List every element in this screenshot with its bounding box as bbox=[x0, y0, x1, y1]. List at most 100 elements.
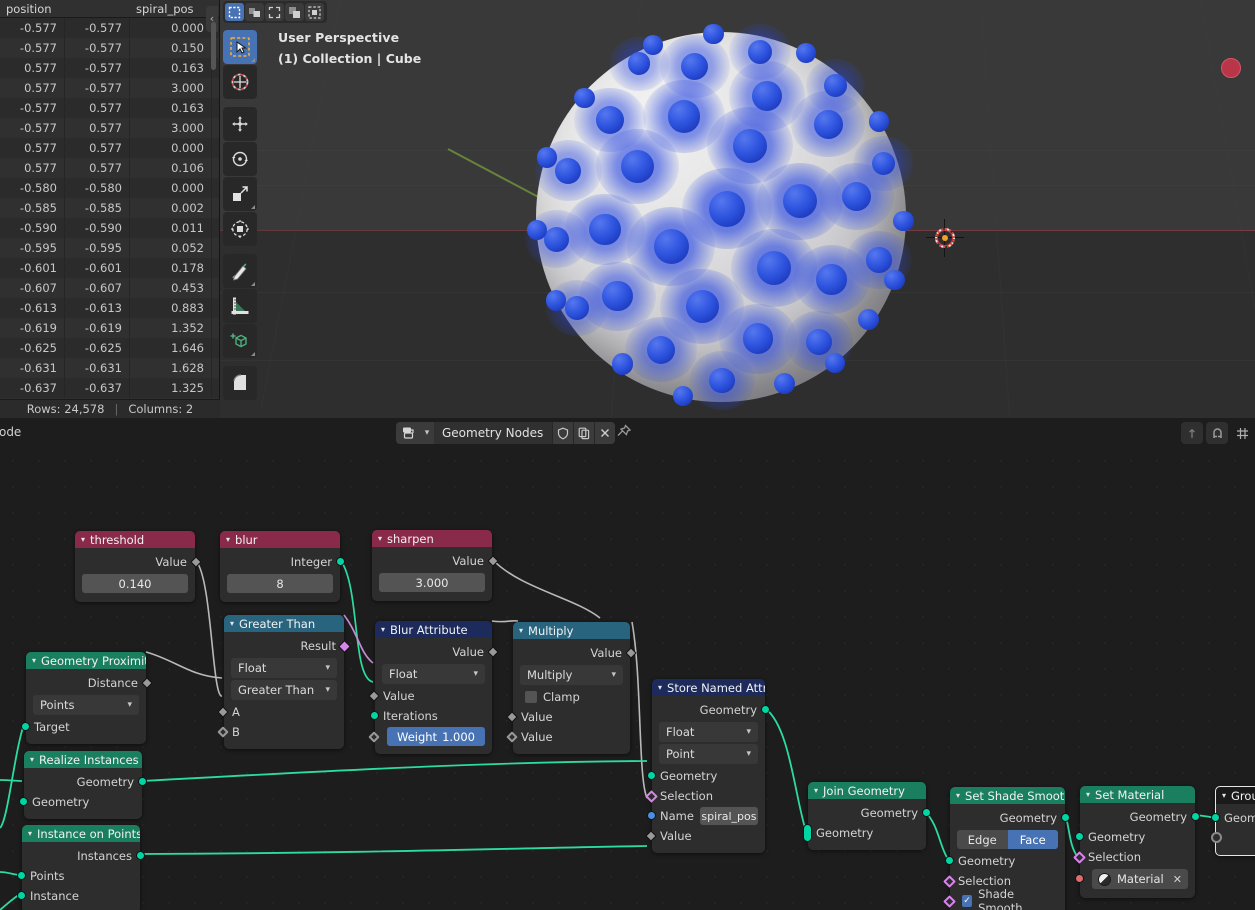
chevron-down-icon[interactable]: ▾ bbox=[30, 755, 34, 764]
node-join-geometry[interactable]: ▾ Join Geometry Geometry Geometry bbox=[803, 782, 931, 850]
column-header-spiral-pos[interactable]: spiral_pos bbox=[130, 2, 215, 16]
parent-node-tree-icon[interactable] bbox=[1181, 422, 1203, 444]
socket-row-value-in[interactable]: Value bbox=[368, 686, 492, 706]
chevron-down-icon[interactable]: ▾ bbox=[658, 683, 662, 692]
node-geometry-proximity[interactable]: ▾ Geometry Proximity Distance Points ▾ T… bbox=[21, 652, 153, 744]
socket-row-target[interactable]: Target bbox=[21, 717, 146, 737]
chevron-down-icon[interactable]: ▾ bbox=[230, 619, 234, 628]
socket-row-a[interactable]: A bbox=[217, 702, 344, 722]
socket-row-geometry-in[interactable]: Geometry bbox=[1211, 808, 1255, 828]
snap-magnet-icon[interactable] bbox=[1206, 422, 1228, 444]
node-store-named-attribute[interactable]: ▾ Store Named Attrib... Geometry Float ▾… bbox=[645, 679, 770, 853]
socket-row-geometry-in[interactable]: Geometry bbox=[945, 851, 1065, 871]
chevron-down-icon[interactable]: ▾ bbox=[28, 829, 32, 838]
chevron-down-icon[interactable]: ▾ bbox=[226, 535, 230, 544]
node-header[interactable]: ▾ Realize Instances bbox=[24, 751, 142, 768]
threshold-value-field[interactable]: 0.140 bbox=[82, 574, 188, 593]
input-socket-geometry[interactable] bbox=[945, 856, 954, 865]
table-row[interactable]: -0.577 0.577 3.000 bbox=[0, 118, 219, 138]
socket-row-value[interactable]: Value bbox=[513, 643, 637, 663]
socket-row-virtual[interactable] bbox=[1211, 828, 1255, 848]
socket-row-value[interactable]: Value bbox=[75, 552, 202, 572]
output-socket-instances[interactable] bbox=[136, 851, 145, 860]
node-blur[interactable]: ▾ blur Integer 8 bbox=[220, 531, 345, 602]
chevron-down-icon[interactable]: ▾ bbox=[519, 626, 523, 635]
socket-row-selection[interactable]: Selection bbox=[1073, 847, 1195, 867]
table-row[interactable]: -0.577 -0.577 0.000 bbox=[0, 18, 219, 38]
chevron-down-icon[interactable]: ▾ bbox=[1086, 790, 1090, 799]
socket-row-instances[interactable]: Instances bbox=[22, 846, 145, 866]
chevron-down-icon[interactable]: ▾ bbox=[1222, 791, 1226, 800]
input-socket-points[interactable] bbox=[17, 871, 26, 880]
table-row[interactable]: -0.577 -0.577 0.150 bbox=[0, 38, 219, 58]
blur-value-field[interactable]: 8 bbox=[227, 574, 333, 593]
node-header[interactable]: ▾ blur bbox=[220, 531, 340, 548]
socket-row-name[interactable]: Name spiral_pos bbox=[647, 806, 765, 826]
domain-face-button[interactable]: Face bbox=[1007, 830, 1058, 849]
weight-field[interactable]: Weight 1.000 bbox=[387, 727, 485, 746]
node-header[interactable]: ▾ Greater Than bbox=[224, 615, 344, 632]
data-type-dropdown[interactable]: Float ▾ bbox=[231, 658, 337, 678]
input-socket-name[interactable] bbox=[647, 811, 656, 820]
node-header[interactable]: ▾ Set Shade Smooth bbox=[950, 787, 1065, 804]
node-instance-on-points[interactable]: ▾ Instance on Points Instances Points In… bbox=[17, 825, 145, 910]
socket-row-integer[interactable]: Integer bbox=[220, 552, 345, 572]
table-row[interactable]: 0.577 0.577 0.000 bbox=[0, 138, 219, 158]
geometry-node-editor[interactable]: Node ▾ Geometry Nodes bbox=[0, 418, 1255, 910]
node-header[interactable]: ▾ Multiply bbox=[513, 622, 630, 639]
node-header[interactable]: ▾ Store Named Attrib... bbox=[652, 679, 765, 696]
node-header[interactable]: ▾ sharpen bbox=[372, 530, 492, 547]
output-socket-geometry[interactable] bbox=[761, 705, 770, 714]
socket-row-weight[interactable]: Weight 1.000 bbox=[368, 726, 492, 747]
viewport-toolbar[interactable] bbox=[223, 30, 257, 406]
node-threshold[interactable]: ▾ threshold Value 0.140 bbox=[75, 531, 202, 602]
input-socket-target[interactable] bbox=[21, 722, 30, 731]
socket-row-geometry-in[interactable]: Geometry bbox=[803, 823, 926, 843]
table-row[interactable]: -0.637 -0.637 1.325 bbox=[0, 378, 219, 398]
table-row[interactable]: 0.577 -0.577 3.000 bbox=[0, 78, 219, 98]
socket-row-value-2[interactable]: Value bbox=[506, 727, 630, 747]
node-header[interactable]: ▾ Join Geometry bbox=[808, 782, 926, 799]
3d-viewport[interactable]: User Perspective (1) Collection | Cube bbox=[220, 0, 1255, 418]
node-tree-name[interactable]: Geometry Nodes bbox=[434, 422, 552, 444]
socket-row-iterations[interactable]: Iterations bbox=[370, 706, 492, 726]
rotate-tool[interactable] bbox=[223, 142, 257, 176]
duplicate-icon[interactable] bbox=[573, 422, 594, 444]
socket-row-value[interactable]: Value bbox=[372, 551, 499, 571]
fake-user-shield-icon[interactable] bbox=[552, 422, 573, 444]
input-socket-geometry[interactable] bbox=[1211, 813, 1220, 822]
input-socket-geometry[interactable] bbox=[647, 771, 656, 780]
socket-row-shade-smooth[interactable]: ✓ Shade Smooth bbox=[943, 887, 1065, 910]
domain-edge-button[interactable]: Edge bbox=[957, 830, 1008, 849]
operation-dropdown[interactable]: Multiply ▾ bbox=[520, 665, 623, 685]
table-row[interactable]: 0.577 0.577 0.106 bbox=[0, 158, 219, 178]
socket-row-b[interactable]: B bbox=[217, 722, 344, 742]
node-header[interactable]: ▾ Instance on Points bbox=[22, 825, 140, 842]
circle-select-icon[interactable] bbox=[285, 3, 304, 21]
move-tool[interactable] bbox=[223, 107, 257, 141]
socket-row-distance[interactable]: Distance bbox=[26, 673, 153, 693]
node-sharpen[interactable]: ▾ sharpen Value 3.000 bbox=[372, 530, 499, 601]
chevron-down-icon[interactable]: ▾ bbox=[381, 625, 385, 634]
operation-dropdown[interactable]: Greater Than ▾ bbox=[231, 680, 337, 700]
table-row[interactable]: -0.613 -0.613 0.883 bbox=[0, 298, 219, 318]
spreadsheet-body[interactable]: -0.577 -0.577 0.000 -0.577 -0.577 0.150 0.577-… bbox=[0, 18, 219, 399]
socket-row-geometry-out[interactable]: Geometry bbox=[808, 803, 931, 823]
input-socket-instance[interactable] bbox=[17, 891, 26, 900]
node-tree-type-icon[interactable] bbox=[396, 422, 420, 444]
node-header[interactable]: ▾ Blur Attribute bbox=[375, 621, 492, 638]
measure-tool[interactable] bbox=[223, 289, 257, 323]
table-row[interactable]: -0.619 -0.619 1.352 bbox=[0, 318, 219, 338]
input-socket-virtual[interactable] bbox=[1211, 832, 1222, 843]
add-cube-tool[interactable] bbox=[223, 324, 257, 358]
socket-row-instance[interactable]: Instance bbox=[17, 886, 140, 906]
spreadsheet-scrollbar[interactable] bbox=[211, 22, 216, 70]
tweak-select-icon[interactable] bbox=[225, 3, 244, 21]
output-socket-integer[interactable] bbox=[336, 557, 345, 566]
material-field[interactable]: Material ✕ bbox=[1092, 869, 1188, 889]
pin-icon[interactable] bbox=[616, 424, 632, 445]
socket-row-selection[interactable]: Selection bbox=[645, 786, 765, 806]
clamp-checkbox[interactable]: Clamp bbox=[513, 687, 630, 707]
node-realize-instances[interactable]: ▾ Realize Instances Geometry Geometry bbox=[19, 751, 147, 819]
data-type-dropdown[interactable]: Float ▾ bbox=[659, 722, 758, 742]
